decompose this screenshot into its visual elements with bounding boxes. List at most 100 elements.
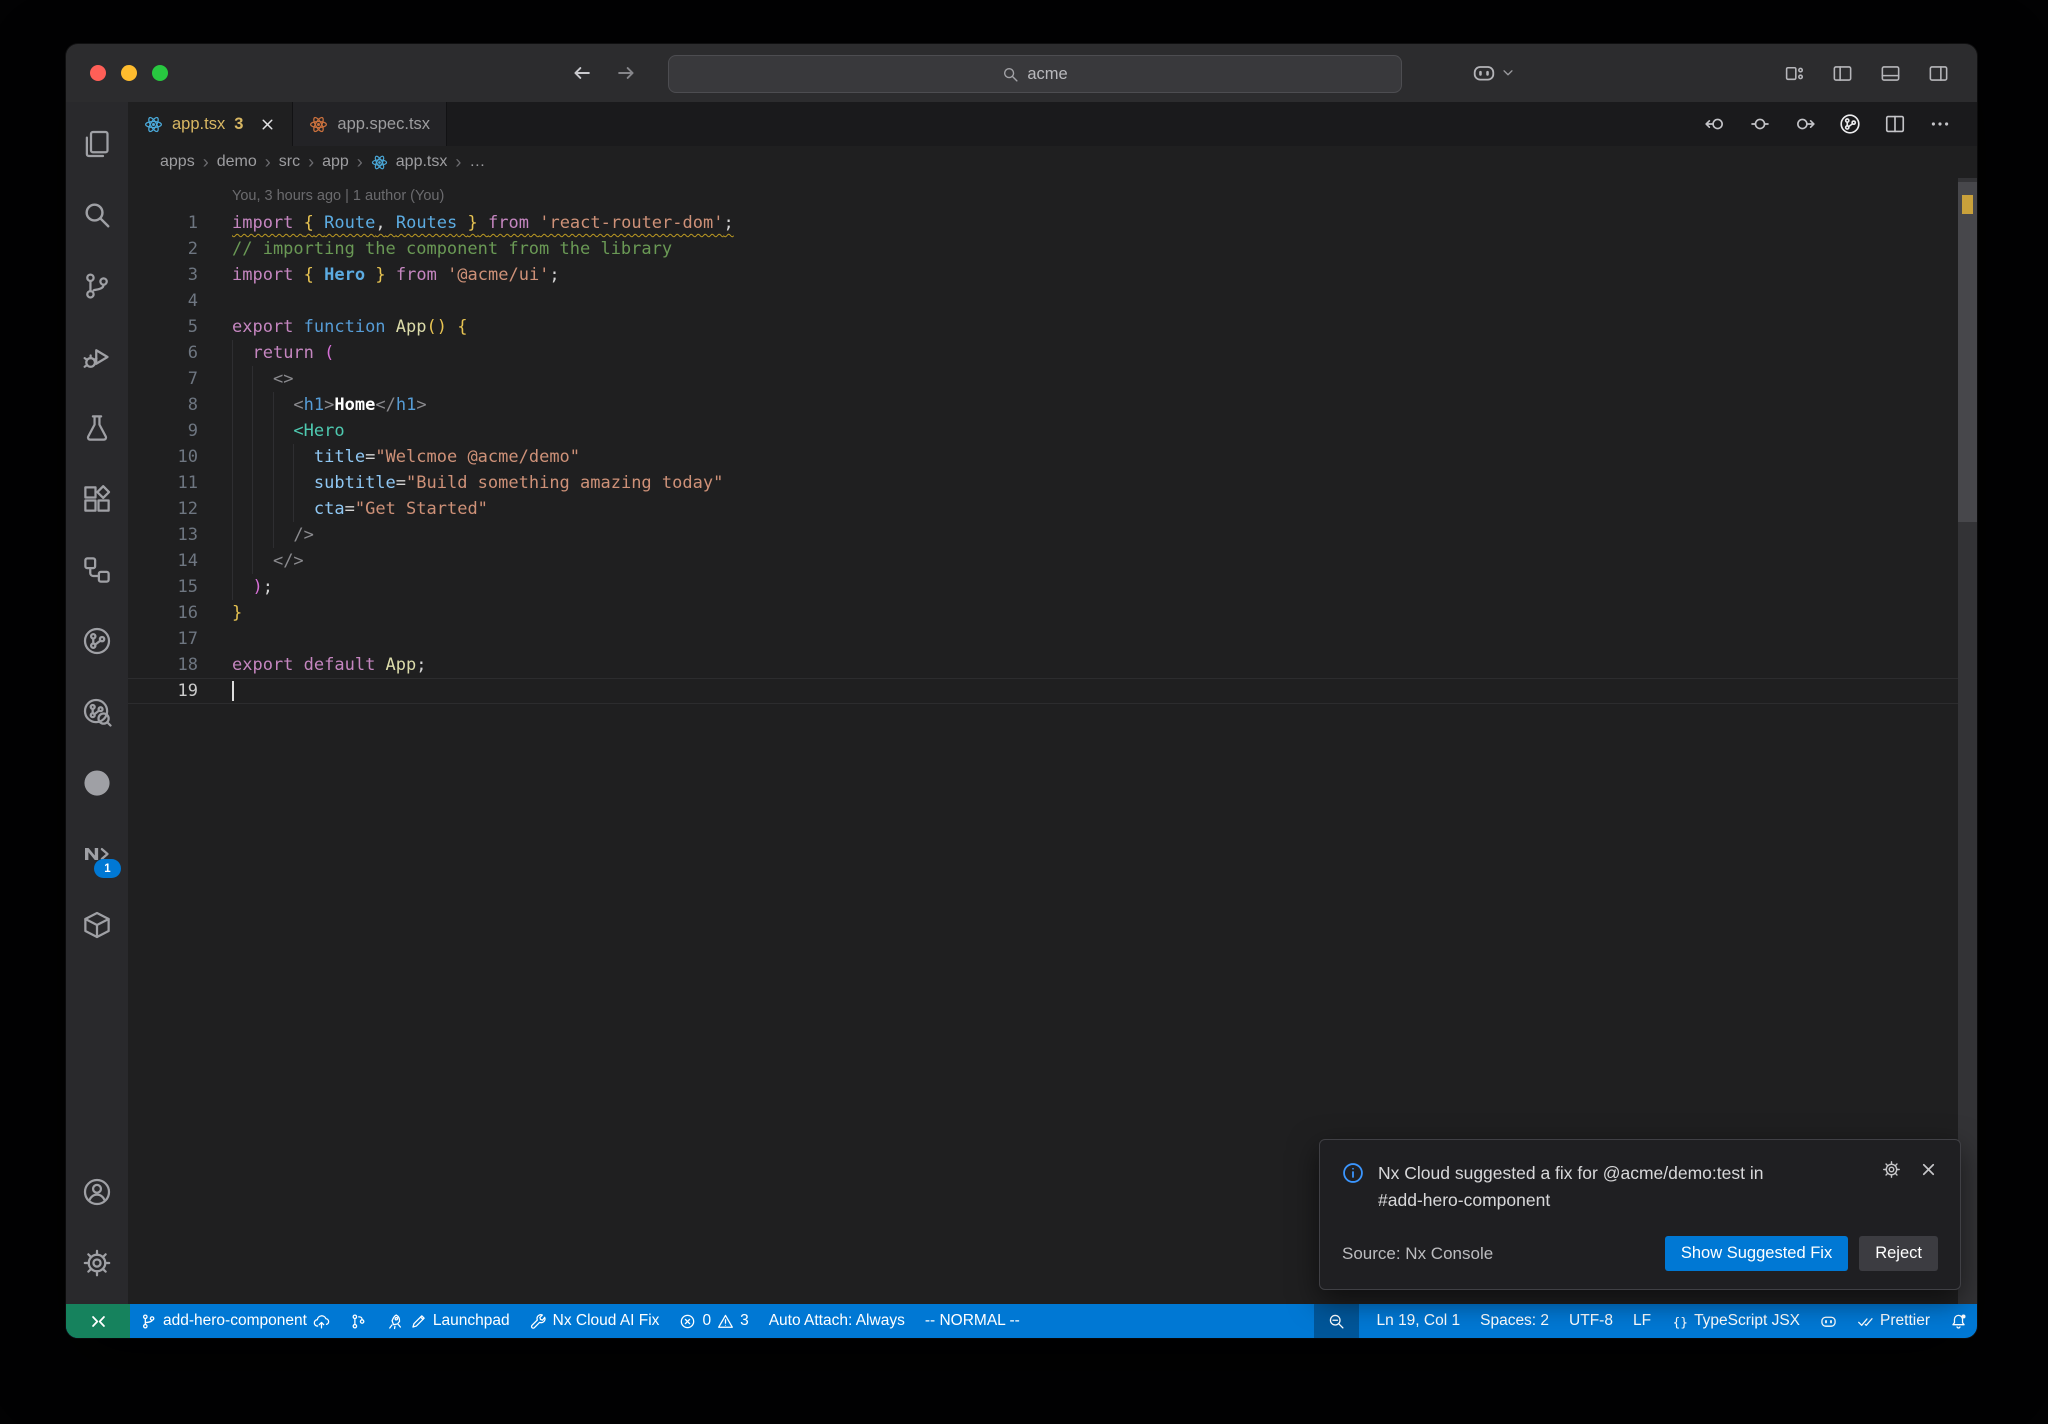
minimize-window-button[interactable] <box>121 65 137 81</box>
notification-close-icon[interactable] <box>1919 1160 1938 1179</box>
next-change-icon[interactable] <box>1794 113 1816 135</box>
breadcrumb-item-apps[interactable]: apps <box>160 153 195 171</box>
previous-change-icon[interactable] <box>1704 113 1726 135</box>
code-line-9[interactable]: 9 <Hero <box>128 418 1977 444</box>
code-line-14[interactable]: 14 </> <box>128 548 1977 574</box>
changes-icon[interactable] <box>1749 113 1771 135</box>
copilot-menu[interactable] <box>1472 44 1515 102</box>
activity-extensions[interactable] <box>66 463 128 534</box>
activity-edge-devtools[interactable] <box>66 747 128 818</box>
code-line-4[interactable]: 4 <box>128 288 1977 314</box>
status-text: Launchpad <box>432 1312 510 1329</box>
status-formatter-prettier[interactable]: Prettier <box>1847 1304 1940 1338</box>
git-branch-cloud-upload-icon <box>313 1313 330 1330</box>
scrollbar-thumb[interactable] <box>1958 182 1977 522</box>
forward-icon[interactable] <box>615 62 637 84</box>
activity-nx-console[interactable]: 1 <box>66 818 128 889</box>
code-line-11[interactable]: 11 subtitle="Build something amazing tod… <box>128 470 1977 496</box>
code-line-10[interactable]: 10 title="Welcmoe @acme/demo" <box>128 444 1977 470</box>
code-line-5[interactable]: 5 export function App() { <box>128 314 1977 340</box>
more-actions-icon[interactable] <box>1929 113 1951 135</box>
code-line-18[interactable]: 18 export default App; <box>128 652 1977 678</box>
status-text: add-hero-component <box>163 1312 307 1329</box>
back-icon[interactable] <box>571 62 593 84</box>
code-line-6[interactable]: 6 return ( <box>128 340 1977 366</box>
editor-scrollbar[interactable] <box>1958 178 1977 1304</box>
split-editor-icon[interactable] <box>1884 113 1906 135</box>
indent-guide <box>293 470 295 496</box>
code-line-1[interactable]: 1 import { Route, Routes } from 'react-ro… <box>128 210 1977 236</box>
zoom-indicator-zoom-out-icon <box>1328 1313 1345 1330</box>
breadcrumb-item-app[interactable]: app <box>322 153 349 171</box>
remote-indicator[interactable] <box>66 1304 130 1338</box>
activity-gitlens-inspect[interactable] <box>66 676 128 747</box>
status-git-branch[interactable]: add-hero-component <box>130 1304 340 1338</box>
line-number: 2 <box>187 239 198 259</box>
status-zoom-indicator[interactable] <box>1313 1304 1359 1338</box>
code-line-3[interactable]: 3 import { Hero } from '@acme/ui'; <box>128 262 1977 288</box>
customize-layout-button[interactable] <box>1777 56 1811 90</box>
status-vim-mode[interactable]: -- NORMAL -- <box>915 1304 1030 1338</box>
tab-close-icon[interactable] <box>259 116 276 133</box>
activity-run-and-debug[interactable] <box>66 321 128 392</box>
status-text: LF <box>1632 1312 1652 1329</box>
manage-settings-icon <box>82 1248 112 1278</box>
code-line-8[interactable]: 8 <h1>Home</h1> <box>128 392 1977 418</box>
tab-app.tsx[interactable]: app.tsx 3 <box>128 102 294 146</box>
code-line-2[interactable]: 2 // importing the component from the lib… <box>128 236 1977 262</box>
accounts-icon <box>82 1177 112 1207</box>
activity-source-control-graph[interactable] <box>66 605 128 676</box>
toggle-primary-sidebar-button[interactable] <box>1825 56 1859 90</box>
breadcrumb-symbol-tail[interactable]: … <box>469 153 485 171</box>
info-icon <box>1342 1162 1364 1184</box>
breadcrumb: apps › demo › src › app › app.tsx ›… <box>128 146 1977 178</box>
activity-containers[interactable] <box>66 889 128 960</box>
line-number: 12 <box>177 499 198 519</box>
activity-accounts[interactable] <box>66 1156 128 1227</box>
react-file-icon <box>144 115 163 134</box>
tab-app.spec.tsx[interactable]: app.spec.tsx <box>293 102 448 146</box>
breadcrumb-item-src[interactable]: src <box>279 153 300 171</box>
code-line-15[interactable]: 15 ); <box>128 574 1977 600</box>
activity-source-control[interactable] <box>66 250 128 321</box>
code-editor[interactable]: You, 3 hours ago | 1 author (You) 1 impor… <box>128 178 1977 1304</box>
status-commit-graph[interactable] <box>340 1304 377 1338</box>
code-line-16[interactable]: 16} <box>128 600 1977 626</box>
status-problems[interactable]: 03 <box>669 1304 758 1338</box>
code-line-7[interactable]: 7 <> <box>128 366 1977 392</box>
status-eol[interactable]: LF <box>1623 1304 1661 1338</box>
breadcrumb-item-demo[interactable]: demo <box>217 153 257 171</box>
status-encoding[interactable]: UTF-8 <box>1559 1304 1623 1338</box>
activity-manage-settings[interactable] <box>66 1227 128 1298</box>
open-source-control-graph-icon[interactable] <box>1839 113 1861 135</box>
status-nx-cloud-ai-fix[interactable]: Nx Cloud AI Fix <box>520 1304 670 1338</box>
activity-search[interactable] <box>66 179 128 250</box>
notification-settings-icon[interactable] <box>1882 1160 1901 1179</box>
titlebar: acme <box>66 44 1977 102</box>
code-line-17[interactable]: 17 <box>128 626 1977 652</box>
indent-guide <box>232 392 233 418</box>
reject-button[interactable]: Reject <box>1859 1236 1938 1271</box>
zoom-window-button[interactable] <box>152 65 168 81</box>
status-gitlens-launchpad[interactable]: Launchpad <box>377 1304 520 1338</box>
breadcrumb-file-label[interactable]: app.tsx <box>396 153 448 171</box>
code-line-19[interactable]: 19 <box>128 678 1977 704</box>
status-cursor-position[interactable]: Ln 19, Col 1 <box>1367 1304 1471 1338</box>
command-center-search[interactable]: acme <box>668 55 1402 93</box>
show-suggested-fix-button[interactable]: Show Suggested Fix <box>1664 1236 1849 1271</box>
containers-icon <box>82 910 112 940</box>
code-line-12[interactable]: 12 cta="Get Started" <box>128 496 1977 522</box>
status-indentation[interactable]: Spaces: 2 <box>1470 1304 1559 1338</box>
activity-references[interactable] <box>66 534 128 605</box>
tab-problems-badge: 3 <box>234 114 244 133</box>
toggle-secondary-sidebar-button[interactable] <box>1921 56 1955 90</box>
activity-testing[interactable] <box>66 392 128 463</box>
status-language-mode[interactable]: {} TypeScript JSX <box>1661 1304 1810 1338</box>
code-line-13[interactable]: 13 /> <box>128 522 1977 548</box>
activity-explorer[interactable] <box>66 108 128 179</box>
toggle-panel-button[interactable] <box>1873 56 1907 90</box>
status-notifications-bell[interactable] <box>1940 1304 1977 1338</box>
close-window-button[interactable] <box>90 65 106 81</box>
status-auto-attach[interactable]: Auto Attach: Always <box>759 1304 915 1338</box>
status-copilot[interactable] <box>1810 1304 1847 1338</box>
